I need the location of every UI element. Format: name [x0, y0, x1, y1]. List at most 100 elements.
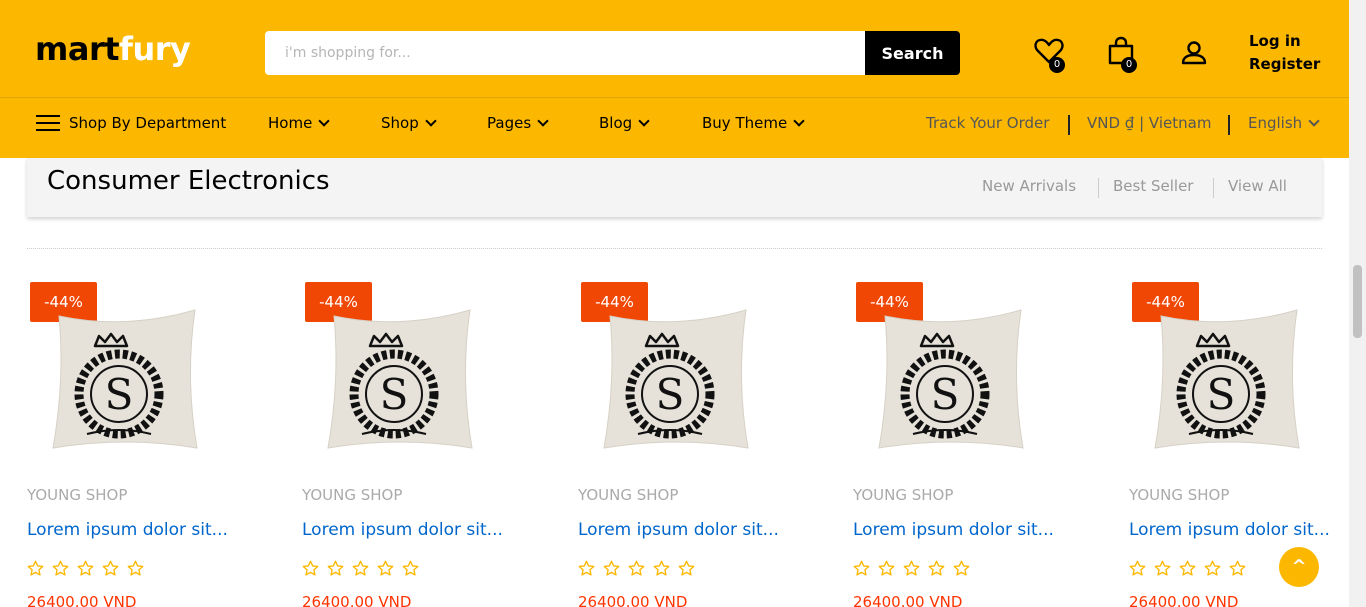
wishlist-count-badge: 0	[1049, 57, 1065, 73]
rating-stars	[27, 560, 144, 577]
cart-count-badge: 0	[1121, 57, 1137, 73]
rating-stars	[853, 560, 970, 577]
section-header: Consumer Electronics New Arrivals Best S…	[27, 158, 1322, 217]
account-icon[interactable]	[1179, 38, 1213, 74]
star-icon	[352, 560, 369, 576]
star-icon	[1229, 560, 1246, 576]
svg-text:S: S	[931, 370, 960, 419]
product-image[interactable]: S	[322, 308, 477, 453]
star-icon	[878, 560, 895, 576]
star-icon	[327, 560, 344, 576]
back-to-top-button[interactable]: ^	[1279, 547, 1319, 587]
star-icon	[928, 560, 945, 576]
menu-icon	[36, 115, 60, 131]
department-label: Shop By Department	[69, 114, 227, 132]
track-order-link[interactable]: Track Your Order	[926, 114, 1049, 132]
product-title[interactable]: Lorem ipsum dolor sit...	[302, 520, 503, 540]
nav-divider	[1068, 115, 1070, 135]
product-price: 26400.00 VND	[1129, 593, 1239, 607]
product-card[interactable]: -44% S YOUNG SHOP Lorem ipsum dolor sit.…	[27, 282, 302, 607]
language-label: English	[1248, 114, 1303, 132]
star-icon	[1129, 560, 1146, 576]
star-icon	[1179, 560, 1196, 576]
product-title[interactable]: Lorem ipsum dolor sit...	[1129, 520, 1330, 540]
rating-stars	[1129, 560, 1246, 577]
register-link[interactable]: Register	[1249, 53, 1320, 76]
rating-stars	[578, 560, 695, 577]
star-icon	[52, 560, 69, 576]
shop-name[interactable]: YOUNG SHOP	[1129, 486, 1229, 504]
user-icon	[1181, 41, 1207, 65]
logo[interactable]: martfury	[35, 30, 191, 68]
header: martfury Search 0 0 Log in Register	[0, 0, 1349, 158]
new-arrivals-link[interactable]: New Arrivals	[982, 177, 1076, 195]
star-icon	[127, 560, 144, 576]
star-icon	[302, 560, 319, 576]
search-input[interactable]	[265, 31, 865, 75]
nav-item-shop[interactable]: Shop	[381, 114, 437, 132]
language-selector[interactable]: English	[1248, 114, 1320, 132]
cart-button[interactable]: 0	[1106, 36, 1140, 73]
search-button[interactable]: Search	[865, 31, 960, 75]
search-box	[265, 31, 865, 75]
chevron-down-icon	[425, 114, 437, 127]
chevron-down-icon	[638, 114, 650, 127]
shop-name[interactable]: YOUNG SHOP	[578, 486, 678, 504]
scrollbar-thumb[interactable]	[1353, 265, 1362, 338]
svg-text:S: S	[105, 370, 134, 419]
product-card[interactable]: -44% S YOUNG SHOP Lorem ipsum dolor sit.…	[302, 282, 577, 607]
nav-item-pages[interactable]: Pages	[487, 114, 549, 132]
main-content: martfury Search 0 0 Log in Register	[0, 0, 1349, 607]
view-all-link[interactable]: View All	[1228, 177, 1287, 195]
star-icon	[377, 560, 394, 576]
svg-text:S: S	[380, 370, 409, 419]
star-icon	[102, 560, 119, 576]
currency-selector[interactable]: VND ₫ | Vietnam	[1087, 114, 1211, 132]
product-card[interactable]: -44% S YOUNG SHOP Lorem ipsum dolor sit.…	[853, 282, 1128, 607]
section-title: Consumer Electronics	[47, 166, 330, 196]
nav-item-home[interactable]: Home	[268, 114, 330, 132]
login-link[interactable]: Log in	[1249, 30, 1320, 53]
wishlist-button[interactable]: 0	[1034, 36, 1068, 73]
product-title[interactable]: Lorem ipsum dolor sit...	[853, 520, 1054, 540]
shop-name[interactable]: YOUNG SHOP	[27, 486, 127, 504]
star-icon	[628, 560, 645, 576]
star-icon	[77, 560, 94, 576]
chevron-down-icon	[793, 114, 805, 127]
logo-main: mart	[35, 30, 120, 68]
product-title[interactable]: Lorem ipsum dolor sit...	[27, 520, 228, 540]
svg-text:S: S	[1207, 370, 1236, 419]
product-image[interactable]: S	[47, 308, 202, 453]
product-card[interactable]: -44% S YOUNG SHOP Lorem ipsum dolor sit.…	[578, 282, 853, 607]
star-icon	[853, 560, 870, 576]
shop-name[interactable]: YOUNG SHOP	[302, 486, 402, 504]
product-image[interactable]: S	[598, 308, 753, 453]
product-image[interactable]: S	[1149, 308, 1304, 453]
shop-by-department[interactable]: Shop By Department	[36, 114, 226, 132]
nav-item-label: Buy Theme	[702, 114, 788, 132]
nav-item-label: Blog	[599, 114, 633, 132]
best-seller-link[interactable]: Best Seller	[1113, 177, 1193, 195]
star-icon	[402, 560, 419, 576]
chevron-down-icon	[1308, 114, 1320, 127]
star-icon	[578, 560, 595, 576]
nav-item-blog[interactable]: Blog	[599, 114, 650, 132]
product-title[interactable]: Lorem ipsum dolor sit...	[578, 520, 779, 540]
chevron-down-icon	[537, 114, 549, 127]
svg-text:S: S	[656, 370, 685, 419]
product-price: 26400.00 VND	[853, 593, 963, 607]
nav-item-label: Home	[268, 114, 313, 132]
star-icon	[27, 560, 44, 576]
star-icon	[903, 560, 920, 576]
product-image[interactable]: S	[873, 308, 1028, 453]
shop-name[interactable]: YOUNG SHOP	[853, 486, 953, 504]
rating-stars	[302, 560, 419, 577]
section-divider	[1098, 178, 1099, 198]
page: martfury Search 0 0 Log in Register	[0, 0, 1366, 607]
scrollbar[interactable]	[1349, 0, 1366, 607]
product-price: 26400.00 VND	[578, 593, 688, 607]
nav-item-buy-theme[interactable]: Buy Theme	[702, 114, 805, 132]
nav-item-label: Pages	[487, 114, 532, 132]
section-divider-line	[27, 248, 1322, 249]
star-icon	[953, 560, 970, 576]
